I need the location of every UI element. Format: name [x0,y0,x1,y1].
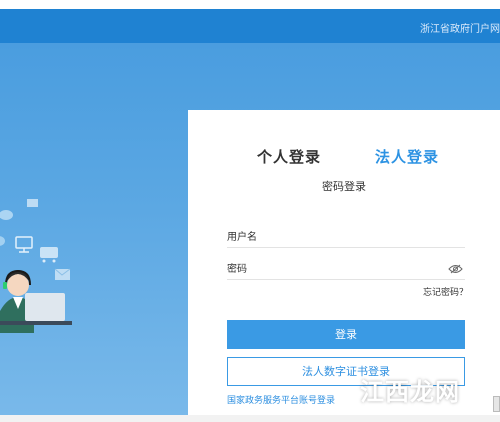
forgot-password-link[interactable]: 忘记密码？ [423,285,468,298]
watermark-logo: 江西龙网 [360,372,472,408]
portal-link[interactable]: 浙江省政府门户网 [420,20,500,35]
header-bar: 浙江省政府门户网 [0,9,500,43]
tab-legal-login[interactable]: 法人登录 [375,146,439,167]
username-field-wrapper [227,228,465,248]
side-scroll-widget[interactable] [493,396,500,412]
password-field-wrapper [227,260,465,280]
username-input[interactable] [227,228,437,246]
customer-service-illustration [0,199,72,333]
login-card: 个人登录 法人登录 密码登录 忘记密码？ 登录 法人数字证书登录 国家政务服务平… [188,110,500,415]
mail-icon [27,199,71,280]
eye-icon[interactable] [448,263,463,275]
national-account-login-link[interactable]: 国家政务服务平台账号登录 [227,393,335,406]
bottom-strip [0,415,500,422]
tab-personal-login[interactable]: 个人登录 [257,146,321,167]
watermark-text: 江西龙网 [360,378,460,406]
login-button[interactable]: 登录 [227,320,465,349]
chat-bubble-icon [0,210,13,246]
login-subtitle: 密码登录 [322,180,366,193]
cart-icon [40,247,58,263]
monitor-icon [15,236,33,253]
top-whitespace [0,0,500,9]
password-input[interactable] [227,260,437,278]
